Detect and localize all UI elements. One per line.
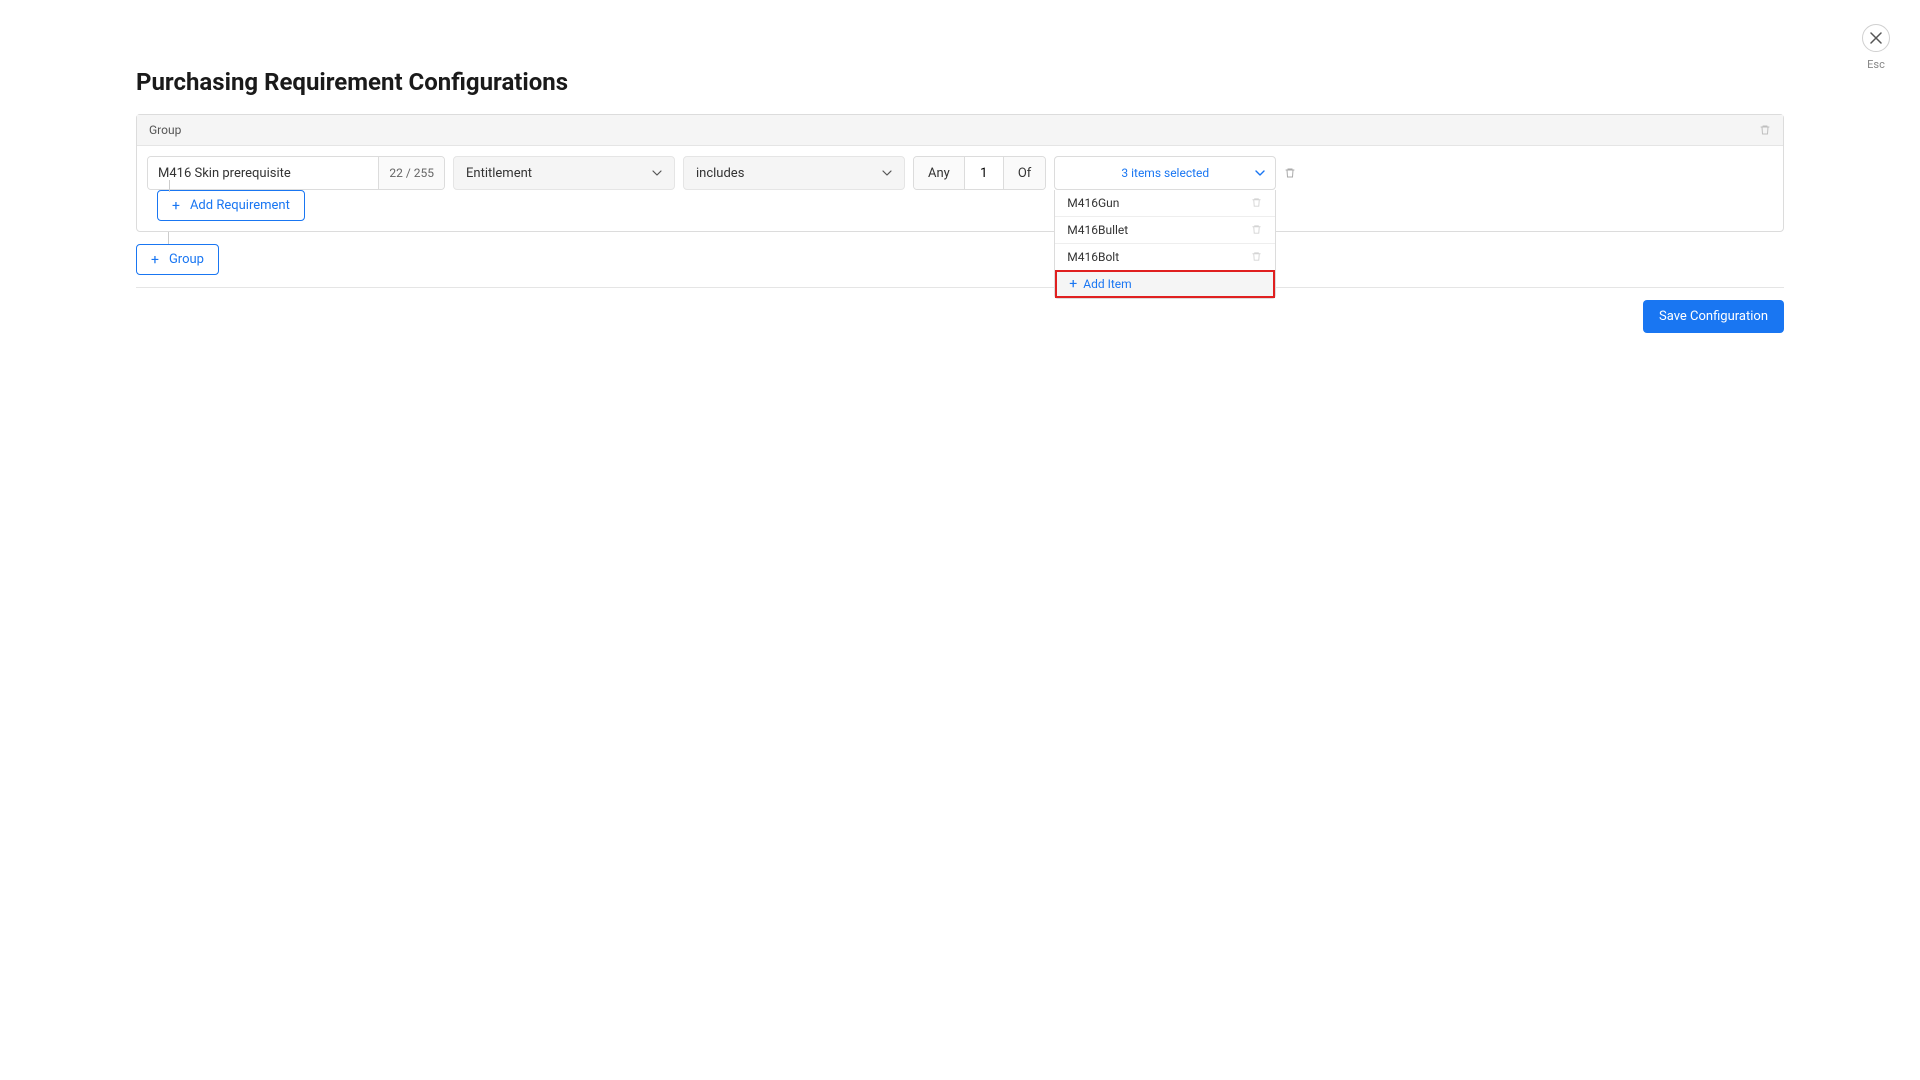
add-group-button[interactable]: + Group — [136, 244, 219, 275]
trash-icon — [1251, 251, 1262, 262]
items-dropdown-panel: M416Gun M416Bullet M416Bolt — [1054, 190, 1276, 299]
trash-icon — [1251, 224, 1262, 235]
dropdown-item-label: M416Bolt — [1067, 250, 1119, 264]
save-configuration-button[interactable]: Save Configuration — [1643, 300, 1784, 333]
any-label: Any — [914, 157, 964, 189]
dropdown-item-label: M416Bullet — [1067, 223, 1128, 237]
add-group-label: Group — [169, 252, 204, 267]
plus-icon: + — [1069, 277, 1077, 291]
add-requirement-label: Add Requirement — [190, 198, 290, 213]
requirement-name-input[interactable] — [148, 157, 378, 189]
plus-icon: + — [151, 253, 159, 267]
dropdown-item[interactable]: M416Bullet — [1055, 216, 1275, 243]
requirement-type-value: Entitlement — [466, 166, 532, 181]
requirement-operator-select[interactable]: includes — [683, 156, 905, 190]
remove-item-button[interactable] — [1251, 224, 1263, 236]
connector-line — [168, 232, 169, 244]
requirement-row: 22 / 255 Entitlement includes Any Of — [137, 146, 1783, 190]
add-requirement-button[interactable]: + Add Requirement — [157, 190, 305, 221]
add-item-button[interactable]: + Add Item — [1055, 270, 1275, 298]
items-selected-dropdown[interactable]: 3 items selected — [1054, 156, 1276, 190]
chevron-down-icon — [882, 170, 892, 176]
plus-icon: + — [172, 199, 180, 213]
dropdown-item-label: M416Gun — [1067, 196, 1119, 210]
delete-requirement-button[interactable] — [1284, 156, 1296, 190]
remove-item-button[interactable] — [1251, 251, 1263, 263]
items-selected-label: 3 items selected — [1121, 166, 1209, 180]
group-header-label: Group — [149, 123, 181, 137]
requirement-operator-value: includes — [696, 166, 744, 181]
of-label: Of — [1003, 157, 1045, 189]
footer-bar: Save Configuration — [136, 287, 1784, 333]
any-of-group: Any Of — [913, 156, 1046, 190]
group-container: Group 22 / 255 Entitlement includes — [136, 114, 1784, 232]
add-item-label: Add Item — [1083, 277, 1131, 291]
connector-line — [169, 180, 170, 192]
close-esc-label: Esc — [1862, 58, 1890, 71]
requirement-type-select[interactable]: Entitlement — [453, 156, 675, 190]
trash-icon — [1284, 167, 1296, 179]
chevron-down-icon — [652, 170, 662, 176]
char-count: 22 / 255 — [378, 157, 444, 189]
close-icon — [1870, 32, 1882, 44]
remove-item-button[interactable] — [1251, 197, 1263, 209]
group-header: Group — [137, 115, 1783, 146]
requirement-name-wrap: 22 / 255 — [147, 156, 445, 190]
page-title: Purchasing Requirement Configurations — [136, 68, 1784, 96]
delete-group-button[interactable] — [1759, 124, 1771, 136]
dropdown-item[interactable]: M416Bolt — [1055, 243, 1275, 270]
trash-icon — [1759, 124, 1771, 136]
close-button[interactable] — [1862, 24, 1890, 52]
dropdown-item[interactable]: M416Gun — [1055, 190, 1275, 216]
quantity-input[interactable] — [965, 166, 1003, 181]
trash-icon — [1251, 197, 1262, 208]
chevron-down-icon — [1255, 170, 1265, 176]
